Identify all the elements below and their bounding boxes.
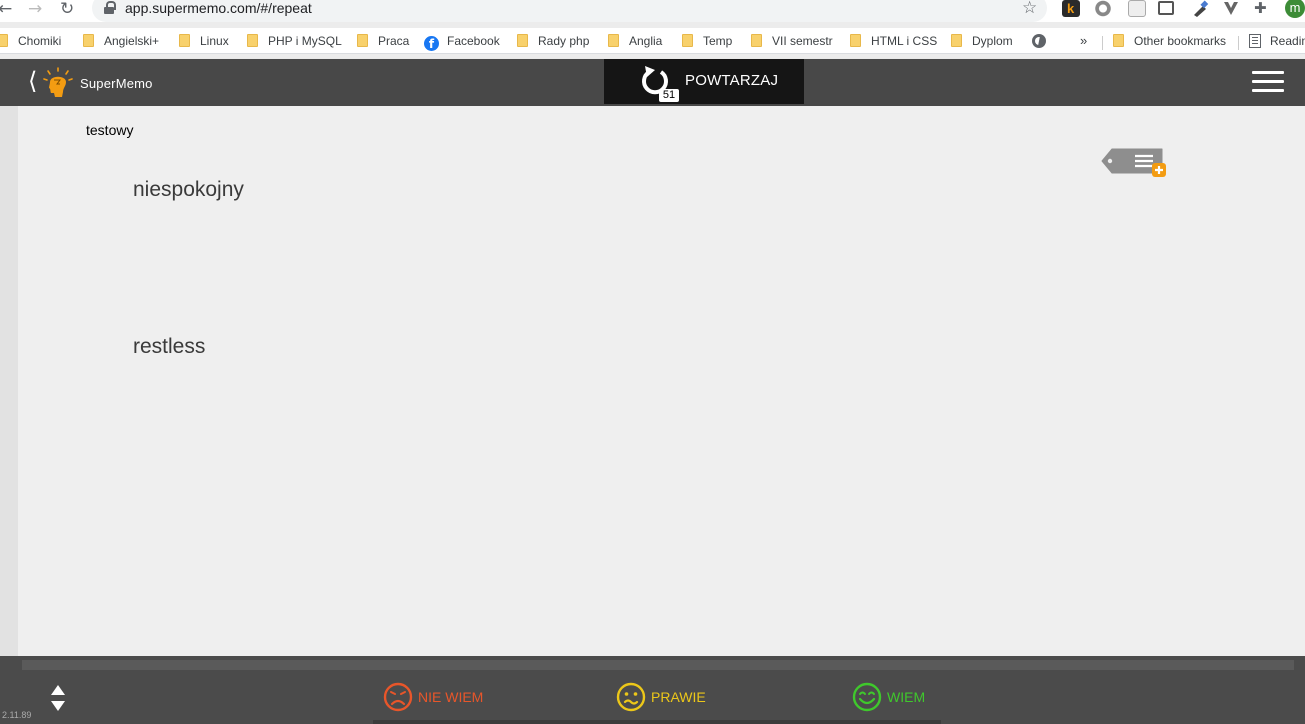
extension-k-icon[interactable]: k [1062,0,1080,17]
bookmark-html-css[interactable]: HTML i CSS [850,32,937,50]
repeat-tab[interactable]: 51 POWTARZAJ [604,59,804,104]
folder-icon [0,34,8,47]
extensions-puzzle-icon[interactable]: ✚ [1254,0,1272,17]
bookmark-praca[interactable]: Praca [357,32,409,50]
back-arrow-icon[interactable]: ← [0,0,12,18]
folder-icon [850,34,861,47]
repeat-label: POWTARZAJ [685,72,779,89]
folder-icon [682,34,693,47]
grade-nie-wiem-label: NIE WIEM [418,689,484,705]
lock-icon [104,1,116,14]
course-name: testowy [86,122,134,138]
grading-bar: 2.11.89 NIE WIEM PRAWIE WIEM [0,656,1305,724]
bookmark-anglia[interactable]: Anglia [608,32,662,50]
extension-picker-icon[interactable] [1191,0,1209,17]
back-chevron-icon[interactable]: ⟨ [28,69,37,93]
app-header: ⟨ SuperMemo 51 POWTARZAJ [0,59,1305,106]
grade-prawie-label: PRAWIE [651,689,706,705]
bookmark-linux[interactable]: Linux [179,32,229,50]
sort-arrows-icon[interactable] [50,684,66,712]
browser-toolbar: ← → ↻ app.supermemo.com/#/repeat ☆ k ✚ m [0,0,1305,22]
bookmark-temp[interactable]: Temp [682,32,732,50]
app-version: 2.11.89 [2,710,32,720]
bookmark-php-mysql[interactable]: PHP i MySQL [247,32,342,50]
extension-screen-icon[interactable] [1158,1,1174,15]
profile-avatar[interactable]: m [1285,0,1305,18]
bookmark-globe[interactable] [1032,32,1046,50]
folder-icon [517,34,528,47]
bookmark-rady-php[interactable]: Rady php [517,32,589,50]
reading-list[interactable]: Readin [1249,32,1305,50]
card-question: niespokojny [133,178,244,201]
grade-wiem-button[interactable]: WIEM [852,680,925,714]
bookmarks-bar: Chomiki Angielski+ Linux PHP i MySQL Pra… [0,28,1305,54]
left-margin [0,106,18,656]
menu-hamburger-icon[interactable] [1252,71,1284,92]
bookmark-star-icon[interactable]: ☆ [1022,0,1037,18]
bookmark-other[interactable]: Other bookmarks [1113,32,1226,50]
facebook-icon: f [424,36,439,51]
bookmark-chomiki[interactable]: Chomiki [0,32,61,50]
folder-icon [608,34,619,47]
bookmarks-separator [1102,36,1103,50]
sad-face-icon [383,682,413,712]
folder-icon [751,34,762,47]
extension-gear-icon[interactable] [1094,0,1112,17]
bookmarks-separator [1238,36,1239,50]
neutral-face-icon [616,682,646,712]
bottom-scroll-track[interactable] [22,660,1294,670]
folder-icon [83,34,94,47]
folder-icon [357,34,368,47]
grade-nie-wiem-button[interactable]: NIE WIEM [383,680,483,714]
folder-icon [247,34,258,47]
card-answer: restless [133,335,206,358]
folder-icon [951,34,962,47]
bookmark-angielski[interactable]: Angielski+ [83,32,159,50]
folder-icon [179,34,190,47]
extension-v-icon[interactable] [1222,0,1240,17]
bookmarks-overflow-chevron[interactable]: » [1080,32,1087,50]
reading-list-icon [1249,34,1261,48]
grade-bar-underline [373,720,941,724]
happy-face-icon [852,682,882,712]
grade-wiem-label: WIEM [887,689,926,705]
folder-icon [1113,34,1124,47]
reload-icon[interactable]: ↻ [60,0,74,18]
extension-page-icon[interactable] [1128,0,1146,17]
grade-prawie-button[interactable]: PRAWIE [616,680,706,714]
bookmark-dyplom[interactable]: Dyplom [951,32,1013,50]
bookmark-facebook[interactable]: f Facebook [424,32,500,51]
supermemo-logo-icon[interactable] [40,66,76,100]
forward-arrow-icon[interactable]: → [28,0,42,18]
globe-icon [1032,34,1046,48]
add-tag-icon[interactable] [1100,147,1168,179]
bookmark-vii-semestr[interactable]: VII semestr [751,32,833,50]
repeat-count-badge: 51 [659,89,679,102]
url-text[interactable]: app.supermemo.com/#/repeat [125,0,312,17]
brand-name: SuperMemo [80,76,153,91]
